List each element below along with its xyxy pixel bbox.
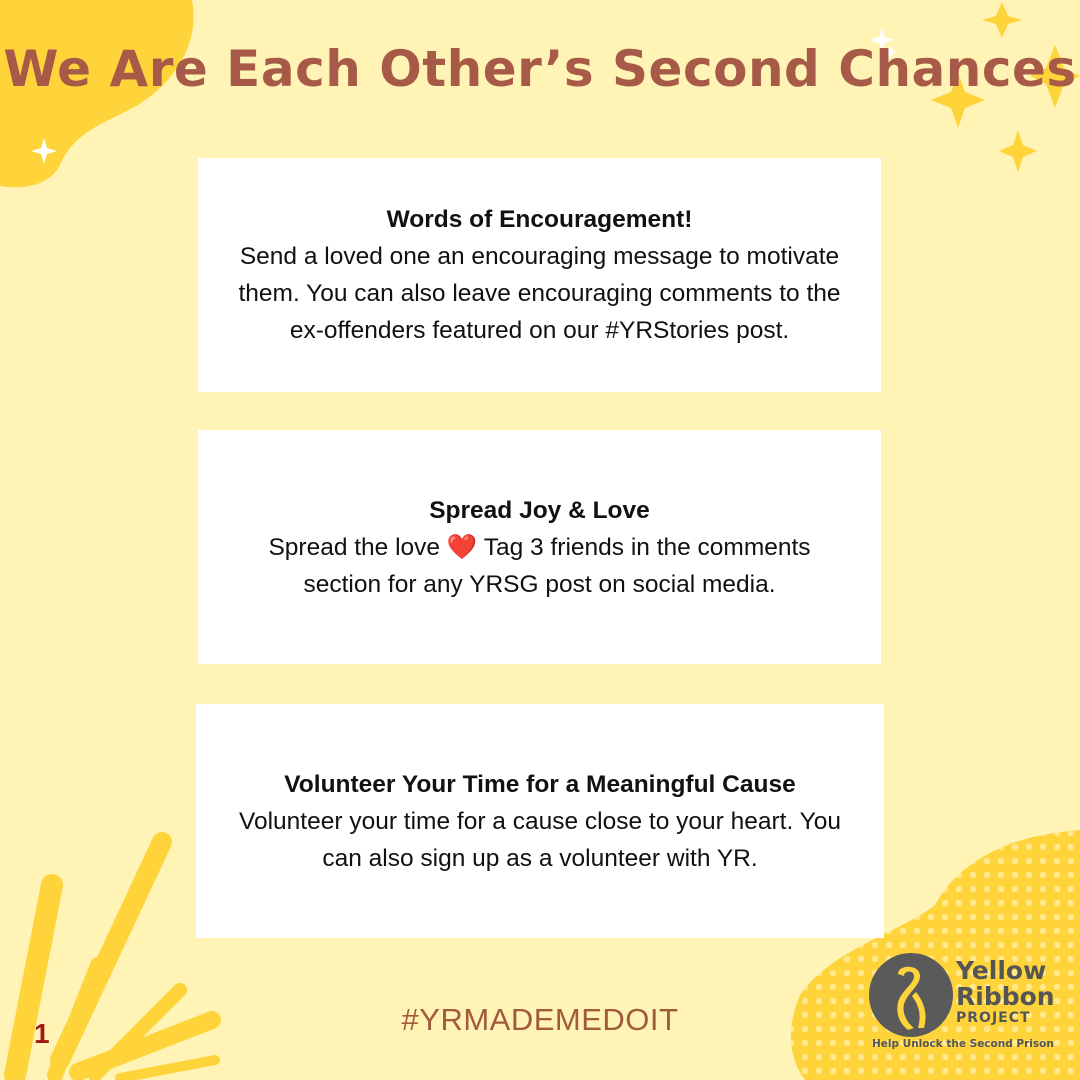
card-body: Send a loved one an encouraging message … — [238, 243, 841, 344]
card-spread-joy: Spread Joy & Love Spread the love ❤️ Tag… — [198, 430, 881, 664]
logo-wordmark: Yellow Ribbon PROJECT — [956, 956, 1055, 1027]
card-encouragement: Words of Encouragement! Send a loved one… — [198, 158, 881, 392]
card-body: Volunteer your time for a cause close to… — [239, 807, 841, 872]
card-heading: Words of Encouragement! — [386, 206, 693, 233]
card-volunteer: Volunteer Your Time for a Meaningful Cau… — [196, 704, 884, 938]
page-number: 1 — [34, 1018, 50, 1049]
logo-tagline: Help Unlock the Second Prison — [872, 1038, 1054, 1050]
logo-line: Ribbon — [956, 982, 1055, 1011]
card-heading: Volunteer Your Time for a Meaningful Cau… — [284, 770, 796, 798]
yellow-ribbon-logo: Yellow Ribbon PROJECT Help Unlock the Se… — [862, 948, 1072, 1058]
card-body: Spread the love ❤️ Tag 3 friends in the … — [268, 533, 811, 598]
page-title: We Are Each Other’s Second Chances — [3, 40, 1077, 98]
card-heading: Spread Joy & Love — [429, 496, 650, 524]
ribbon-logo-icon — [869, 953, 953, 1037]
post-canvas: We Are Each Other’s Second Chances Words… — [0, 0, 1080, 1080]
logo-line: Yellow — [956, 956, 1047, 985]
logo-line: PROJECT — [956, 1010, 1031, 1026]
